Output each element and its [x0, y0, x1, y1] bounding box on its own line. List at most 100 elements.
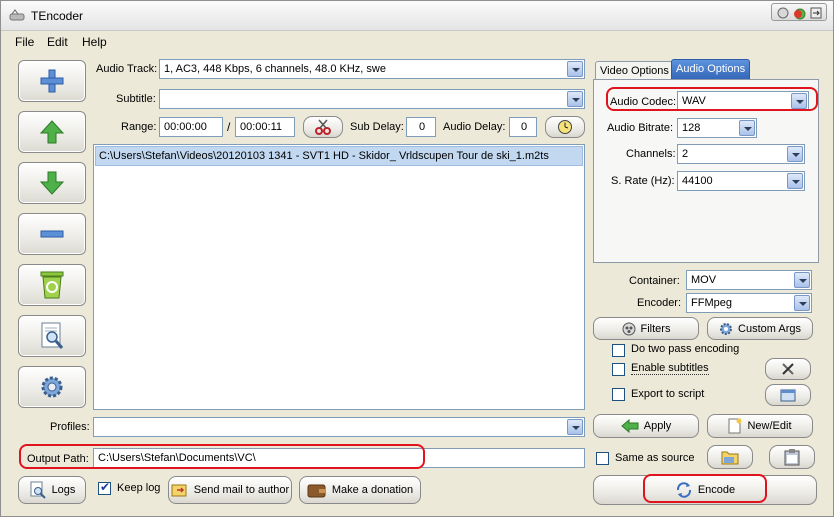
preview-button[interactable] — [18, 315, 86, 357]
encode-button[interactable]: Encode — [593, 475, 817, 505]
add-file-button[interactable] — [18, 60, 86, 102]
encoder-value: FFMpeg — [691, 297, 732, 309]
tab-audio-label: Audio Options — [676, 63, 746, 75]
filters-label: Filters — [640, 322, 671, 335]
profiles-select[interactable] — [93, 417, 585, 437]
recycle-bin-icon — [40, 271, 64, 299]
range-end-field[interactable]: 00:00:11 — [235, 117, 295, 137]
title-bar[interactable]: TEncoder — [1, 1, 833, 31]
move-down-button[interactable] — [18, 162, 86, 204]
keep-log-checkbox[interactable] — [98, 480, 111, 495]
cut-button[interactable] — [303, 116, 343, 138]
donation-label: Make a donation — [331, 484, 414, 496]
tab-video-label: Video Options — [600, 65, 669, 77]
chevron-down-icon[interactable] — [794, 272, 810, 288]
container-label: Container: — [629, 275, 680, 287]
menu-help[interactable]: Help — [82, 35, 107, 49]
same-as-source-checkbox[interactable] — [596, 452, 609, 465]
logs-label: Logs — [51, 484, 76, 496]
sub-delay-field[interactable]: 0 — [406, 117, 436, 137]
scissors-icon — [315, 119, 331, 135]
chevron-down-icon[interactable] — [791, 93, 807, 109]
audio-track-label: Audio Track: — [96, 63, 158, 75]
clear-list-button[interactable] — [18, 264, 86, 306]
audio-track-value: 1, AC3, 448 Kbps, 6 channels, 48.0 KHz, … — [164, 63, 386, 75]
chevron-down-icon[interactable] — [567, 61, 583, 77]
new-edit-label: New/Edit — [747, 420, 792, 432]
audio-bitrate-select[interactable]: 128 — [677, 118, 757, 138]
audio-track-select[interactable]: 1, AC3, 448 Kbps, 6 channels, 48.0 KHz, … — [159, 59, 585, 79]
audio-codec-select[interactable]: WAV — [677, 91, 809, 111]
chevron-down-icon[interactable] — [739, 120, 755, 136]
arrow-left-icon — [620, 419, 639, 433]
settings-button[interactable] — [18, 366, 86, 408]
enable-subtitles-label: Enable subtitles — [631, 362, 709, 375]
arrow-down-icon — [39, 171, 65, 195]
audio-delay-field[interactable]: 0 — [509, 117, 537, 137]
range-start-field[interactable]: 00:00:00 — [159, 117, 223, 137]
new-edit-button[interactable]: New/Edit — [707, 414, 813, 438]
audio-bitrate-value: 128 — [682, 122, 701, 134]
script-folder-button[interactable] — [765, 384, 811, 406]
two-pass-checkbox[interactable] — [612, 344, 625, 357]
menu-edit[interactable]: Edit — [47, 35, 68, 49]
open-output-button[interactable] — [769, 445, 815, 469]
chevron-down-icon[interactable] — [567, 91, 583, 107]
profiles-label: Profiles: — [50, 421, 90, 433]
sample-rate-value: 44100 — [682, 175, 713, 187]
menu-file[interactable]: File — [15, 35, 34, 49]
mail-icon — [171, 484, 187, 497]
keep-log-label: Keep log — [117, 482, 161, 494]
browse-output-button[interactable] — [707, 445, 753, 469]
chevron-down-icon[interactable] — [787, 146, 803, 162]
send-mail-label: Send mail to author — [193, 484, 290, 496]
chevron-down-icon[interactable] — [567, 419, 583, 435]
tab-video-options[interactable]: Video Options — [595, 61, 674, 81]
window-controls[interactable] — [771, 3, 827, 21]
output-path-field[interactable]: C:\Users\Stefan\Documents\VC\ — [93, 448, 585, 468]
filters-button[interactable]: Filters — [593, 317, 699, 340]
list-item[interactable]: C:\Users\Stefan\Videos\20120103 1341 - S… — [95, 146, 583, 166]
refresh-icon — [676, 482, 691, 498]
wallet-icon — [307, 484, 326, 498]
send-mail-button[interactable]: Send mail to author — [168, 476, 292, 504]
export-script-label: Export to script — [631, 388, 705, 400]
audio-options-panel: Audio Codec: WAV Audio Bitrate: 128 Chan… — [593, 79, 819, 263]
sample-rate-label: S. Rate (Hz): — [611, 175, 675, 187]
sub-delay-value: 0 — [419, 121, 426, 133]
same-as-source-label: Same as source — [615, 452, 695, 464]
subtitle-tools-button[interactable] — [765, 358, 811, 380]
channels-select[interactable]: 2 — [677, 144, 805, 164]
chevron-down-icon[interactable] — [787, 173, 803, 189]
sample-rate-select[interactable]: 44100 — [677, 171, 805, 191]
range-label: Range: — [121, 121, 157, 133]
filter-icon — [622, 322, 636, 335]
two-pass-label: Do two pass encoding — [631, 343, 740, 355]
subtitle-select[interactable] — [159, 89, 585, 109]
clipboard-icon — [784, 449, 800, 466]
custom-args-label: Custom Args — [738, 322, 801, 335]
remove-file-button[interactable] — [18, 213, 86, 255]
logs-button[interactable]: Logs — [18, 476, 86, 504]
subtitle-label: Subtitle: — [116, 93, 156, 105]
apply-button[interactable]: Apply — [593, 414, 699, 438]
sub-delay-label: Sub Delay: — [350, 121, 404, 133]
window-icon — [780, 389, 796, 402]
window-title: TEncoder — [31, 9, 84, 23]
app-window: TEncoder File Edit Help Audio Track: 1, … — [0, 0, 834, 517]
range-end-value: 00:00:11 — [240, 121, 283, 133]
export-script-checkbox[interactable] — [612, 388, 625, 401]
enable-subtitles-checkbox[interactable] — [612, 363, 625, 376]
menu-bar: File Edit Help — [1, 32, 833, 52]
audio-codec-value: WAV — [682, 95, 706, 107]
custom-args-button[interactable]: Custom Args — [707, 317, 813, 340]
tab-audio-options[interactable]: Audio Options — [671, 59, 751, 81]
donation-button[interactable]: Make a donation — [299, 476, 421, 504]
chevron-down-icon[interactable] — [794, 295, 810, 311]
move-up-button[interactable] — [18, 111, 86, 153]
file-list[interactable]: C:\Users\Stefan\Videos\20120103 1341 - S… — [93, 144, 585, 410]
encoder-select[interactable]: FFMpeg — [686, 293, 812, 313]
container-select[interactable]: MOV — [686, 270, 812, 290]
sync-button[interactable] — [545, 116, 585, 138]
plus-icon — [40, 69, 64, 93]
